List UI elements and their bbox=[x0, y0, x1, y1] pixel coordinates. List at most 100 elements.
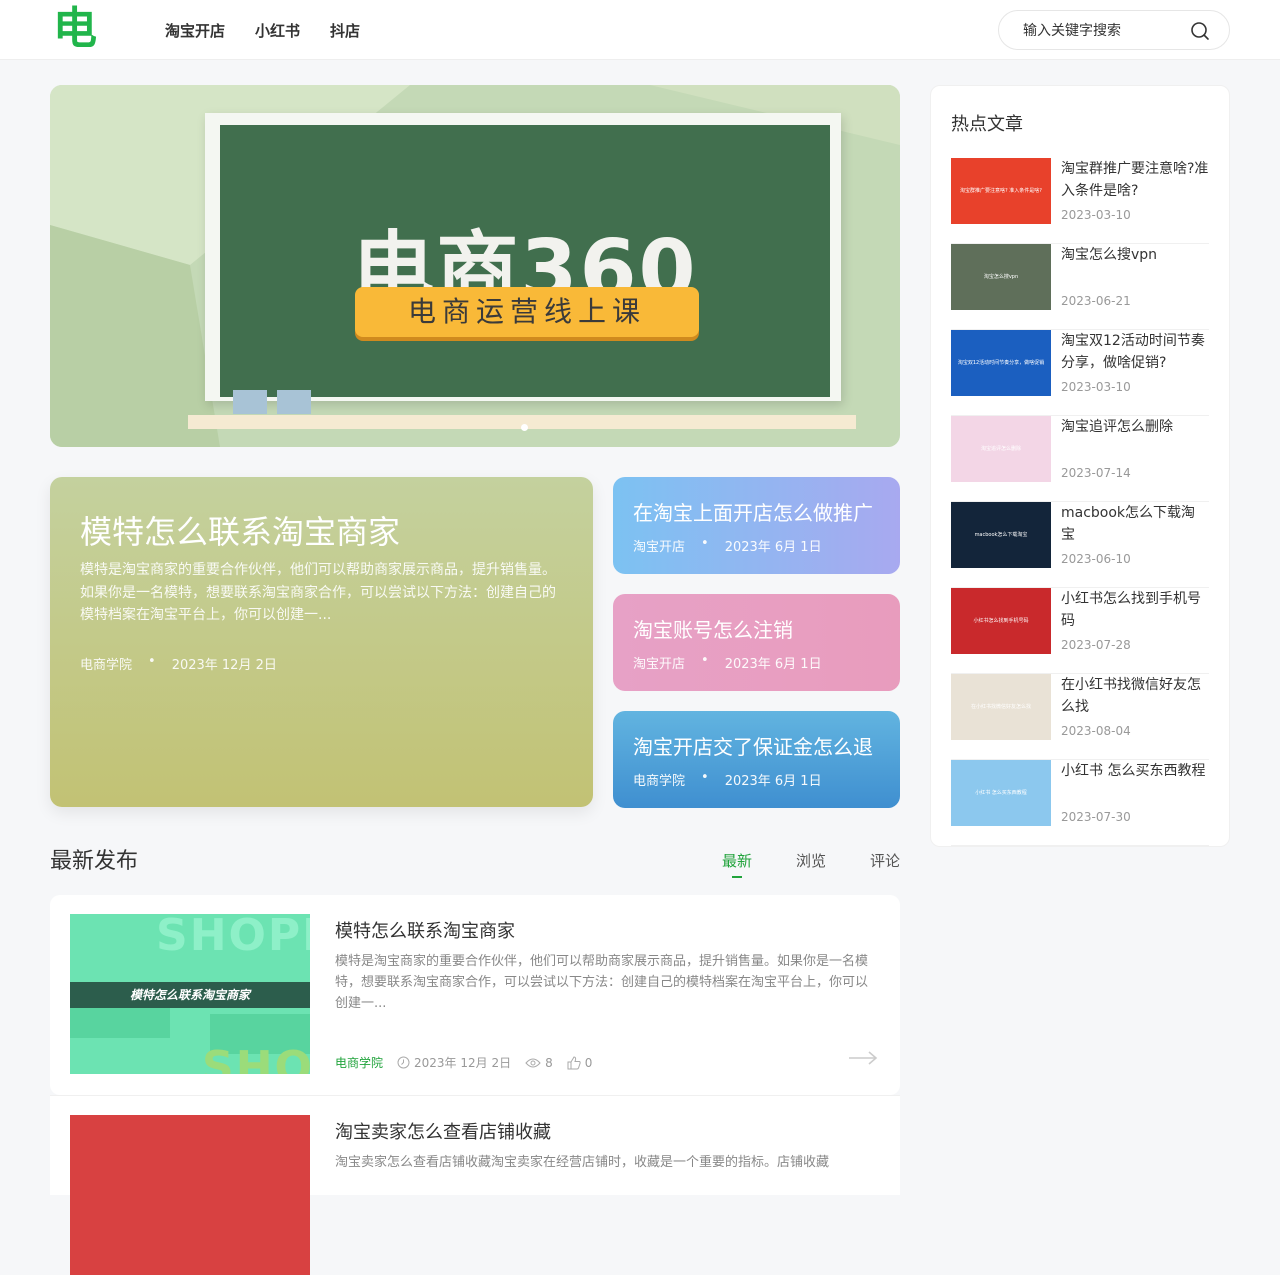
hot-article-title[interactable]: macbook怎么下载淘宝 bbox=[1061, 502, 1209, 546]
thumbnail-text: SHOP bbox=[202, 1042, 310, 1074]
hot-article-date: 2023-08-04 bbox=[1061, 724, 1131, 738]
meta-separator: • bbox=[701, 770, 709, 785]
hot-article-item[interactable]: 淘宝怎么搜vpn 淘宝怎么搜vpn 2023-06-21 bbox=[951, 244, 1209, 330]
hot-article-item[interactable]: 小红书 怎么买东西教程 小红书 怎么买东西教程 2023-07-30 bbox=[951, 760, 1209, 846]
featured-card-category[interactable]: 电商学院 bbox=[633, 770, 685, 789]
featured-card-title: 淘宝开店交了保证金怎么退 bbox=[633, 735, 873, 759]
hot-article-thumbnail[interactable]: 淘宝群推广要注意啥? 准入条件是啥? bbox=[951, 158, 1051, 224]
hot-article-title[interactable]: 小红书 怎么买东西教程 bbox=[1061, 760, 1209, 782]
hot-article-item[interactable]: 在小红书找微信好友怎么找 在小红书找微信好友怎么找 2023-08-04 bbox=[951, 674, 1209, 760]
hot-article-thumbnail[interactable]: macbook怎么下载淘宝 bbox=[951, 502, 1051, 568]
tab-newest[interactable]: 最新 bbox=[722, 850, 752, 878]
meta-separator: • bbox=[701, 536, 709, 551]
hot-article-thumbnail[interactable]: 在小红书找微信好友怎么找 bbox=[951, 674, 1051, 740]
sidebar-title: 热点文章 bbox=[951, 114, 1023, 135]
search-icon[interactable] bbox=[1189, 20, 1211, 42]
thumbnail-caption: 模特怎么联系淘宝商家 bbox=[70, 982, 310, 1008]
arrow-right-icon[interactable] bbox=[848, 1051, 878, 1065]
post-meta: 电商学院 2023年 12月 2日 8 0 bbox=[335, 1054, 592, 1071]
nav-item-douyin[interactable]: 抖店 bbox=[330, 20, 360, 41]
hot-article-title[interactable]: 淘宝追评怎么删除 bbox=[1061, 416, 1209, 438]
post-excerpt: 模特是淘宝商家的重要合作伙伴，他们可以帮助商家展示商品，提升销售量。如果你是一名… bbox=[335, 954, 869, 1011]
featured-main-category[interactable]: 电商学院 bbox=[80, 654, 132, 673]
search-input[interactable] bbox=[1023, 20, 1173, 42]
hot-article-date: 2023-07-14 bbox=[1061, 466, 1131, 480]
thumbnail-caption: 淘宝怎么搜vpn bbox=[983, 274, 1019, 280]
featured-main-excerpt: 模特是淘宝商家的重要合作伙伴，他们可以帮助商家展示商品，提升销售量。如果你是一名… bbox=[80, 562, 556, 623]
featured-main-card[interactable]: 模特怎么联系淘宝商家 模特是淘宝商家的重要合作伙伴，他们可以帮助商家展示商品，提… bbox=[50, 477, 593, 807]
thumbnail-caption: macbook怎么下载淘宝 bbox=[974, 532, 1028, 538]
site-logo[interactable]: 电 bbox=[52, 6, 98, 52]
thumbnail-caption: 淘宝双12活动时间节奏分享，做啥促销 bbox=[957, 360, 1045, 366]
thumbnail-caption: 在小红书找微信好友怎么找 bbox=[970, 704, 1031, 710]
post-category[interactable]: 电商学院 bbox=[335, 1054, 383, 1071]
nav-item-taobao[interactable]: 淘宝开店 bbox=[165, 20, 225, 41]
nav-item-xiaohongshu[interactable]: 小红书 bbox=[255, 20, 300, 41]
featured-card[interactable]: 淘宝账号怎么注销 淘宝开店 • 2023年 6月 1日 bbox=[613, 594, 900, 691]
featured-card[interactable]: 在淘宝上面开店怎么做推广 淘宝开店 • 2023年 6月 1日 bbox=[613, 477, 900, 574]
main-nav: 淘宝开店 小红书 抖店 bbox=[165, 0, 360, 60]
hot-article-thumbnail[interactable]: 淘宝追评怎么删除 bbox=[951, 416, 1051, 482]
featured-main-date: 2023年 12月 2日 bbox=[171, 658, 277, 673]
thumbnail-caption: 淘宝追评怎么删除 bbox=[980, 446, 1021, 452]
hot-article-thumbnail[interactable]: 小红书怎么找到手机号码 bbox=[951, 588, 1051, 654]
latest-tabs: 最新 浏览 评论 bbox=[722, 850, 900, 878]
featured-card-title: 淘宝账号怎么注销 bbox=[633, 618, 793, 642]
thumbnail-caption: 小红书怎么找到手机号码 bbox=[973, 618, 1029, 624]
featured-card-category[interactable]: 淘宝开店 bbox=[633, 536, 685, 555]
post-views-count: 8 bbox=[545, 1055, 553, 1070]
featured-card-meta: 淘宝开店 • 2023年 6月 1日 bbox=[633, 653, 822, 672]
featured-card-title: 在淘宝上面开店怎么做推广 bbox=[633, 501, 873, 525]
featured-main-title: 模特怎么联系淘宝商家 bbox=[80, 513, 401, 551]
hot-article-thumbnail[interactable]: 小红书 怎么买东西教程 bbox=[951, 760, 1051, 826]
hot-article-thumbnail[interactable]: 淘宝怎么搜vpn bbox=[951, 244, 1051, 310]
hot-article-item[interactable]: 淘宝群推广要注意啥? 准入条件是啥? 淘宝群推广要注意啥?准入条件是啥? 2023-… bbox=[951, 158, 1209, 244]
clock-icon bbox=[397, 1056, 410, 1069]
hot-article-title[interactable]: 淘宝群推广要注意啥?准入条件是啥? bbox=[1061, 158, 1209, 202]
post-likes-count: 0 bbox=[584, 1055, 593, 1070]
search-box bbox=[998, 10, 1230, 50]
hot-article-date: 2023-07-30 bbox=[1061, 810, 1131, 824]
eraser-block bbox=[233, 390, 267, 414]
tab-views[interactable]: 浏览 bbox=[796, 850, 826, 871]
hot-article-item[interactable]: macbook怎么下载淘宝 macbook怎么下载淘宝 2023-06-10 bbox=[951, 502, 1209, 588]
post-title[interactable]: 淘宝卖家怎么查看店铺收藏 bbox=[335, 1118, 551, 1144]
hot-article-title[interactable]: 在小红书找微信好友怎么找 bbox=[1061, 674, 1209, 718]
thumbnail-caption: 淘宝群推广要注意啥? 准入条件是啥? bbox=[960, 188, 1042, 194]
featured-card-date: 2023年 6月 1日 bbox=[724, 540, 822, 555]
hot-article-date: 2023-07-28 bbox=[1061, 638, 1131, 652]
post-date: 2023年 12月 2日 bbox=[397, 1054, 511, 1071]
thumbs-up-icon bbox=[567, 1055, 581, 1069]
featured-card-date: 2023年 6月 1日 bbox=[724, 657, 822, 672]
hot-article-date: 2023-06-10 bbox=[1061, 552, 1131, 566]
eye-icon bbox=[525, 1058, 541, 1067]
post-item[interactable]: 淘宝卖家怎么查看店铺收藏 淘宝卖家怎么查看店铺收藏淘宝卖家在经营店铺时，收藏是一… bbox=[50, 1095, 900, 1275]
hot-article-item[interactable]: 淘宝追评怎么删除 淘宝追评怎么删除 2023-07-14 bbox=[951, 416, 1209, 502]
carousel-dot[interactable] bbox=[521, 424, 528, 431]
post-title[interactable]: 模特怎么联系淘宝商家 bbox=[335, 917, 515, 943]
hot-article-title[interactable]: 淘宝双12活动时间节奏分享，做啥促销? bbox=[1061, 330, 1209, 374]
featured-card-category[interactable]: 淘宝开店 bbox=[633, 653, 685, 672]
hot-article-thumbnail[interactable]: 淘宝双12活动时间节奏分享，做啥促销 bbox=[951, 330, 1051, 396]
hero-banner[interactable]: 电商360 电商运营线上课 bbox=[50, 85, 900, 447]
hot-article-date: 2023-03-10 bbox=[1061, 208, 1131, 222]
post-thumbnail[interactable]: SHOPP 模特怎么联系淘宝商家 SHOP bbox=[70, 914, 310, 1074]
meta-separator: • bbox=[701, 653, 709, 668]
featured-card-meta: 电商学院 • 2023年 6月 1日 bbox=[633, 770, 822, 789]
eraser-block bbox=[277, 390, 311, 414]
hot-article-date: 2023-06-21 bbox=[1061, 294, 1131, 308]
tab-comments[interactable]: 评论 bbox=[870, 850, 900, 871]
hot-article-item[interactable]: 小红书怎么找到手机号码 小红书怎么找到手机号码 2023-07-28 bbox=[951, 588, 1209, 674]
featured-card[interactable]: 淘宝开店交了保证金怎么退 电商学院 • 2023年 6月 1日 bbox=[613, 711, 900, 808]
post-item[interactable]: SHOPP 模特怎么联系淘宝商家 SHOP 模特怎么联系淘宝商家 模特是淘宝商家… bbox=[50, 895, 900, 1095]
hot-article-title[interactable]: 淘宝怎么搜vpn bbox=[1061, 244, 1209, 266]
post-thumbnail[interactable] bbox=[70, 1115, 310, 1275]
post-likes[interactable]: 0 bbox=[567, 1055, 593, 1070]
hot-article-item[interactable]: 淘宝双12活动时间节奏分享，做啥促销 淘宝双12活动时间节奏分享，做啥促销? 202… bbox=[951, 330, 1209, 416]
banner-subtitle: 电商运营线上课 bbox=[355, 287, 699, 337]
meta-separator: • bbox=[148, 654, 156, 669]
thumbnail-text: SHOPP bbox=[156, 914, 310, 961]
hot-article-title[interactable]: 小红书怎么找到手机号码 bbox=[1061, 588, 1209, 632]
latest-section-title: 最新发布 bbox=[50, 849, 139, 874]
thumbnail-caption: 小红书 怎么买东西教程 bbox=[975, 790, 1027, 796]
